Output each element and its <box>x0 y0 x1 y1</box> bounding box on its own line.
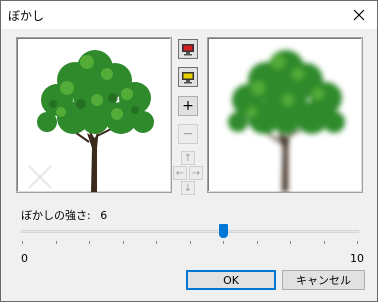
show-preview-button[interactable] <box>178 67 198 87</box>
cancel-button[interactable]: キャンセル <box>282 270 365 290</box>
tree-blurred-image <box>228 50 345 192</box>
arrow-up-icon: ↑ <box>183 152 193 164</box>
cancel-button-label: キャンセル <box>296 274 351 287</box>
blur-strength-label: ぼかしの強さ: 6 <box>21 207 107 223</box>
close-icon <box>353 9 365 21</box>
ok-button-label: OK <box>223 273 239 287</box>
arrow-down-icon: ↓ <box>183 182 193 194</box>
monitor-red-icon <box>182 43 194 55</box>
pan-up-button[interactable]: ↑ <box>181 151 195 165</box>
original-image-panel <box>16 37 172 193</box>
slider-tick <box>357 241 358 244</box>
ok-button[interactable]: OK <box>186 270 276 290</box>
slider-tick <box>55 241 57 244</box>
zoom-out-label: − <box>182 126 194 142</box>
window-title: ぼかし <box>8 9 45 23</box>
blur-strength-slider-thumb[interactable] <box>219 224 228 238</box>
preview-image-panel <box>207 37 363 193</box>
slider-tick <box>22 241 23 244</box>
pan-left-button[interactable]: ← <box>173 166 187 180</box>
slider-tick <box>189 241 191 244</box>
pan-right-button[interactable]: → <box>189 166 203 180</box>
slider-tick <box>290 241 291 244</box>
slider-tick <box>323 241 325 244</box>
slider-tick <box>89 241 90 244</box>
slider-min-label: 0 <box>21 252 28 265</box>
blur-dialog: ぼかし + − ↑ ← → ↓ ぼかしの強さ: 6 0 10 OK キャンセル <box>0 0 378 302</box>
monitor-yellow-icon <box>182 71 194 83</box>
zoom-in-button[interactable]: + <box>178 96 198 116</box>
zoom-out-button[interactable]: − <box>178 124 198 144</box>
slider-tick <box>122 241 124 244</box>
close-button[interactable] <box>341 1 377 29</box>
blur-strength-value: 6 <box>100 209 108 222</box>
blur-strength-caption: ぼかしの強さ: <box>21 209 91 222</box>
arrow-left-icon: ← <box>175 167 185 179</box>
pan-down-button[interactable]: ↓ <box>181 181 195 195</box>
slider-tick <box>256 241 258 244</box>
arrow-right-icon: → <box>191 167 201 179</box>
slider-tick <box>156 241 157 244</box>
slider-tick <box>223 241 224 244</box>
blur-strength-slider-track[interactable] <box>21 230 359 233</box>
title-bar: ぼかし <box>1 1 377 29</box>
tree-image <box>28 50 154 192</box>
zoom-in-label: + <box>182 98 194 114</box>
show-original-button[interactable] <box>178 39 198 59</box>
slider-max-label: 10 <box>350 252 364 265</box>
